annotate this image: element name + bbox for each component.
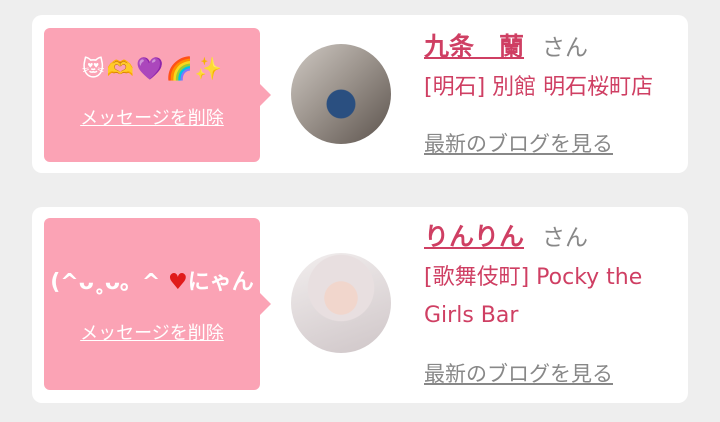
message-bubble: 😻 🫶 💜 🌈 ✨ メッセージを削除 <box>44 28 271 162</box>
name-line: 九条 蘭さん <box>424 30 672 65</box>
shop-name: [歌舞伎町] Pocky the Girls Bar <box>424 265 643 328</box>
heart-eyes-emoji-icon: 😻 <box>81 57 105 82</box>
message-bubble: (^ᴗ˳ᴗ。^ ♥にゃん メッセージを削除 <box>44 218 271 390</box>
message-card: (^ᴗ˳ᴗ。^ ♥にゃん メッセージを削除 りんりん さん [歌舞伎町] Pock… <box>32 207 688 403</box>
profile-name-link[interactable]: りんりん <box>424 222 524 251</box>
profile-info: 九条 蘭さん [明石] 別館 明石桜町店 <box>424 30 672 107</box>
name-line: りんりん さん <box>424 220 672 255</box>
honorific: さん <box>542 225 589 251</box>
profile-info: りんりん さん [歌舞伎町] Pocky the Girls Bar <box>424 220 672 335</box>
honorific: さん <box>542 35 589 61</box>
shop-name: [明石] 別館 明石桜町店 <box>424 75 654 100</box>
rainbow-emoji-icon: 🌈 <box>165 57 193 82</box>
delete-message-link[interactable]: メッセージを削除 <box>44 323 260 345</box>
latest-blog-link[interactable]: 最新のブログを見る <box>424 131 613 157</box>
latest-blog-link[interactable]: 最新のブログを見る <box>424 361 613 387</box>
avatar[interactable] <box>291 253 391 353</box>
nyan-text: にゃん <box>187 270 254 295</box>
delete-message-link[interactable]: メッセージを削除 <box>44 108 260 130</box>
profile-name-link[interactable]: 九条 蘭 <box>424 32 524 61</box>
avatar[interactable] <box>291 44 391 144</box>
kaomoji-text: (^ᴗ˳ᴗ。^ <box>50 270 169 295</box>
message-card: 😻 🫶 💜 🌈 ✨ メッセージを削除 九条 蘭さん [明石] 別館 明石桜町店 … <box>32 15 688 173</box>
message-text: (^ᴗ˳ᴗ。^ ♥にゃん <box>44 269 260 297</box>
message-text: 😻 🫶 💜 🌈 ✨ <box>44 56 260 84</box>
purple-heart-emoji-icon: 💜 <box>136 57 164 82</box>
sparkles-emoji-icon: ✨ <box>194 57 223 82</box>
red-heart-icon: ♥ <box>168 270 188 295</box>
heart-hands-emoji-icon: 🫶 <box>106 57 135 82</box>
